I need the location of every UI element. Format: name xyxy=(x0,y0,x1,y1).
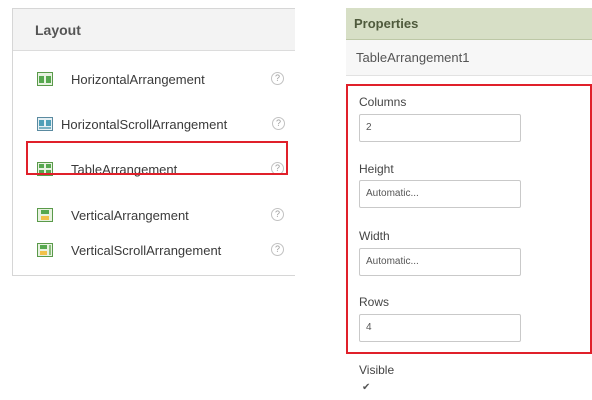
palette-item-vertical-arrangement[interactable]: VerticalArrangement ? xyxy=(27,197,301,233)
horizontal-arrangement-icon xyxy=(37,72,53,86)
columns-field[interactable]: 2 xyxy=(359,114,521,142)
help-icon[interactable]: ? xyxy=(272,117,285,130)
height-field[interactable]: Automatic... xyxy=(359,180,521,208)
properties-header: Properties xyxy=(346,8,592,40)
width-field[interactable]: Automatic... xyxy=(359,248,521,276)
help-icon[interactable]: ? xyxy=(271,243,284,256)
palette-item-vertical-scroll-arrangement[interactable]: VerticalScrollArrangement ? xyxy=(27,232,301,268)
rows-field[interactable]: 4 xyxy=(359,314,521,342)
height-label: Height xyxy=(359,162,394,176)
layout-palette: Layout HorizontalArrangement ? Horizonta… xyxy=(12,8,295,276)
selected-component-name: TableArrangement1 xyxy=(346,40,592,76)
help-icon[interactable]: ? xyxy=(271,208,284,221)
vertical-scroll-arrangement-icon xyxy=(37,243,53,257)
properties-panel: Properties TableArrangement1 Columns 2 H… xyxy=(346,8,592,400)
horizontal-scroll-arrangement-icon xyxy=(37,117,53,131)
palette-item-label: VerticalArrangement xyxy=(71,207,189,223)
palette-item-horizontal-arrangement[interactable]: HorizontalArrangement ? xyxy=(27,61,301,97)
width-label: Width xyxy=(359,229,390,243)
help-icon[interactable]: ? xyxy=(271,72,284,85)
vertical-arrangement-icon xyxy=(37,208,53,222)
visible-label: Visible xyxy=(359,363,395,377)
help-icon[interactable]: ? xyxy=(271,162,284,175)
palette-item-label: HorizontalArrangement xyxy=(71,71,205,87)
palette-item-label: HorizontalScrollArrangement xyxy=(61,116,228,132)
visible-checkbox[interactable]: ✔ xyxy=(362,383,372,393)
palette-item-label: TableArrangement xyxy=(71,161,178,177)
palette-item-table-arrangement[interactable]: TableArrangement ? xyxy=(27,151,301,187)
layout-palette-header[interactable]: Layout xyxy=(13,9,295,51)
columns-label: Columns xyxy=(359,95,407,109)
rows-label: Rows xyxy=(359,295,390,309)
palette-item-label: VerticalScrollArrangement xyxy=(71,242,222,258)
palette-item-horizontal-scroll-arrangement[interactable]: HorizontalScrollArrangement ? xyxy=(27,106,301,142)
table-arrangement-icon xyxy=(37,162,53,176)
